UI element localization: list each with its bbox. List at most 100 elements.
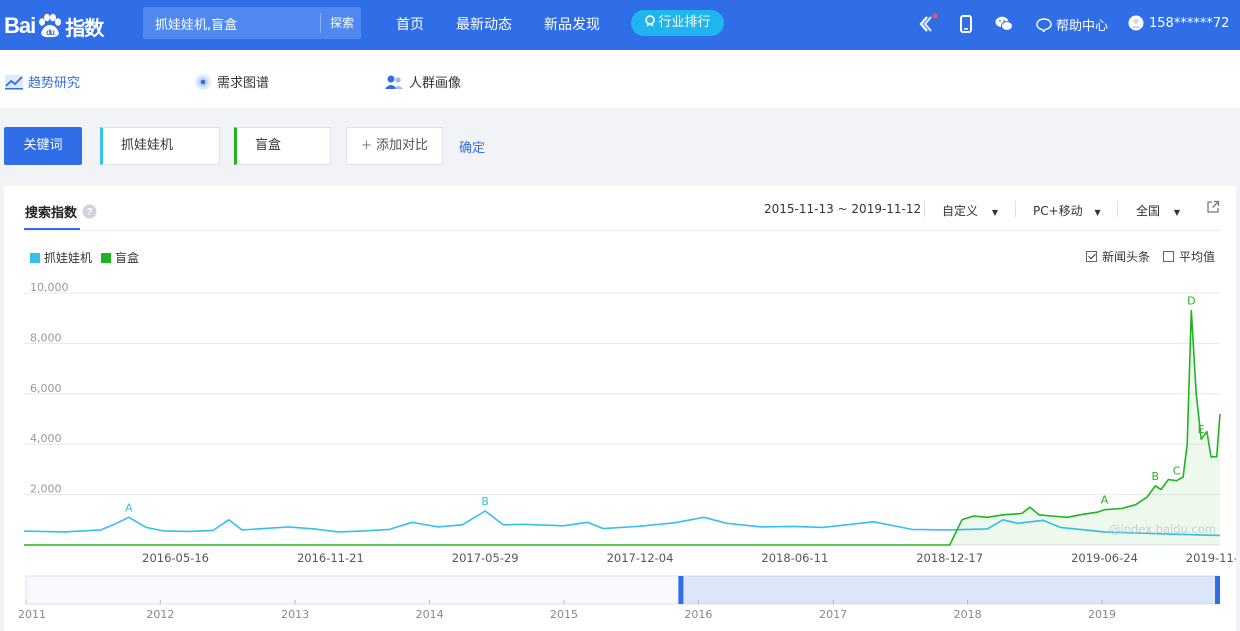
keyword-input-2[interactable]: 盲盒: [234, 127, 331, 165]
x-tick-label: 2016-05-16: [142, 551, 209, 565]
navigator-year-label: 2019: [1088, 608, 1116, 621]
baidu-index-logo[interactable]: Bai du 指数: [4, 10, 104, 42]
x-tick-label: 2016-11-21: [297, 551, 364, 565]
navigator-year-label: 2018: [954, 608, 982, 621]
people-icon: [385, 75, 403, 89]
series-area-2: [24, 310, 1220, 545]
y-tick-label: 8,000: [30, 331, 62, 344]
average-checkbox-label: 平均值: [1179, 250, 1216, 264]
legend-label-1: 抓娃娃机: [44, 251, 93, 265]
panel-title: 搜索指数 ?: [25, 202, 97, 221]
navigator-handle-right[interactable]: [1215, 576, 1220, 604]
y-tick-label: 6,000: [30, 382, 62, 395]
chat-bubble-icon: [1036, 17, 1052, 32]
keyword-bar: 关键词 抓娃娃机 盲盒 + 添加对比 确定: [0, 108, 1240, 186]
tab-trend-label: 趋势研究: [28, 76, 81, 91]
keyword-input-1[interactable]: 抓娃娃机: [100, 127, 220, 165]
navigator-year-label: 2013: [281, 608, 309, 621]
y-tick-label: 10,000: [30, 281, 69, 294]
feature-tabs: 趋势研究 需求图谱 人群画像: [0, 50, 1240, 108]
y-tick-label: 4,000: [30, 432, 62, 445]
chevron-down-icon: ▼: [1173, 208, 1180, 217]
legend-series-2[interactable]: 盲盒: [101, 249, 139, 266]
average-checkbox[interactable]: [1163, 251, 1174, 262]
keyword-button[interactable]: 关键词: [4, 127, 82, 165]
annotation-label: C: [1173, 465, 1181, 478]
watermark: @index.baidu.com: [1109, 522, 1216, 536]
logo-text: Bai: [4, 13, 36, 38]
navigator-year-label: 2017: [819, 608, 847, 621]
search-input[interactable]: [143, 7, 319, 39]
news-checkbox[interactable]: [1086, 251, 1097, 262]
tab-trend-research[interactable]: 趋势研究: [4, 72, 80, 91]
date-range-picker[interactable]: 2015-11-13 ~ 2019-11-12: [764, 202, 921, 216]
annotation-label: B: [481, 495, 489, 508]
navigator-year-label: 2016: [684, 608, 712, 621]
trend-chart-icon: [5, 74, 23, 89]
chevron-down-icon: ▼: [1094, 208, 1101, 217]
tab-demand-label: 需求图谱: [217, 76, 270, 91]
device-select[interactable]: PC+移动 ▼: [1033, 202, 1101, 219]
nav-home[interactable]: 首页: [396, 14, 424, 34]
filter-separator: [924, 201, 925, 217]
annotation-label: A: [125, 501, 133, 514]
user-account[interactable]: 158******72: [1128, 15, 1229, 31]
tab-audience-profile[interactable]: 人群画像: [384, 72, 461, 91]
news-headlines-toggle[interactable]: 新闻头条: [1086, 248, 1150, 265]
svg-text:?: ?: [86, 207, 92, 218]
top-navbar: Bai du 指数 探索 首页 最新动态 新品发现 行业排行: [0, 0, 1240, 50]
nav-new-products[interactable]: 新品发现: [544, 14, 600, 34]
y-tick-label: 2,000: [30, 483, 62, 496]
share-icon[interactable]: [918, 14, 938, 34]
search-index-chart: 10,000 8,000 6,000 4,000 2,000 2016-05-16 2016…: [18, 281, 1236, 621]
region-select[interactable]: 全国 ▼: [1136, 202, 1180, 219]
search-index-panel: 10,000 8,000 6,000 4,000 2,000 2016-05-16 2016…: [4, 186, 1236, 631]
legend-swatch-2: [101, 252, 111, 263]
search-divider: [320, 13, 321, 33]
tab-audience-label: 人群画像: [409, 76, 462, 91]
average-toggle[interactable]: 平均值: [1163, 248, 1215, 265]
region-select-value: 全国: [1136, 204, 1161, 218]
help-center-label: 帮助中心: [1056, 19, 1109, 34]
search-box: 探索: [143, 7, 361, 39]
external-link-icon[interactable]: [1206, 200, 1220, 214]
x-tick-label: 2018-06-11: [761, 551, 828, 565]
chevron-down-icon: ▼: [991, 208, 998, 217]
device-select-value: PC+移动: [1033, 204, 1083, 218]
plus-icon: +: [360, 138, 372, 153]
radar-icon: [195, 73, 211, 90]
help-center-link[interactable]: 帮助中心: [1036, 15, 1108, 34]
help-question-icon[interactable]: ?: [82, 204, 97, 219]
navigator-year-label: 2011: [18, 608, 46, 621]
x-tick-label: 2019-11-11: [1186, 551, 1236, 565]
filter-separator: [1117, 201, 1118, 217]
panel-divider: [24, 230, 1220, 231]
confirm-button[interactable]: 确定: [459, 137, 485, 156]
period-select[interactable]: 自定义 ▼: [942, 202, 998, 219]
legend-label-2: 盲盒: [115, 251, 140, 265]
x-tick-label: 2017-12-04: [607, 551, 674, 565]
nav-latest-news[interactable]: 最新动态: [456, 14, 512, 34]
annotation-label: A: [1101, 494, 1109, 507]
paw-icon: du: [39, 13, 62, 38]
add-comparison-button[interactable]: + 添加对比: [346, 127, 443, 165]
user-phone: 158******72: [1149, 15, 1230, 31]
search-index-title: 搜索指数: [25, 206, 78, 221]
navigator-selection[interactable]: [680, 576, 1218, 604]
explore-button[interactable]: 探索: [323, 7, 361, 39]
navigator-year-label: 2014: [416, 608, 444, 621]
mobile-icon[interactable]: [956, 14, 976, 34]
ranking-label: 行业排行: [658, 15, 711, 30]
legend-swatch-1: [30, 252, 40, 263]
filter-separator: [1015, 201, 1016, 217]
ranking-icon: [645, 15, 656, 27]
avatar-icon: [1128, 15, 1144, 31]
navigator-handle-left[interactable]: [678, 576, 684, 604]
annotation-label: E: [1198, 423, 1205, 436]
period-select-value: 自定义: [942, 204, 979, 218]
tab-demand-graph[interactable]: 需求图谱: [194, 72, 269, 91]
wechat-icon[interactable]: [994, 14, 1014, 34]
legend-series-1[interactable]: 抓娃娃机: [30, 249, 92, 266]
news-checkbox-label: 新闻头条: [1102, 250, 1151, 264]
industry-ranking-button[interactable]: 行业排行: [631, 10, 724, 36]
